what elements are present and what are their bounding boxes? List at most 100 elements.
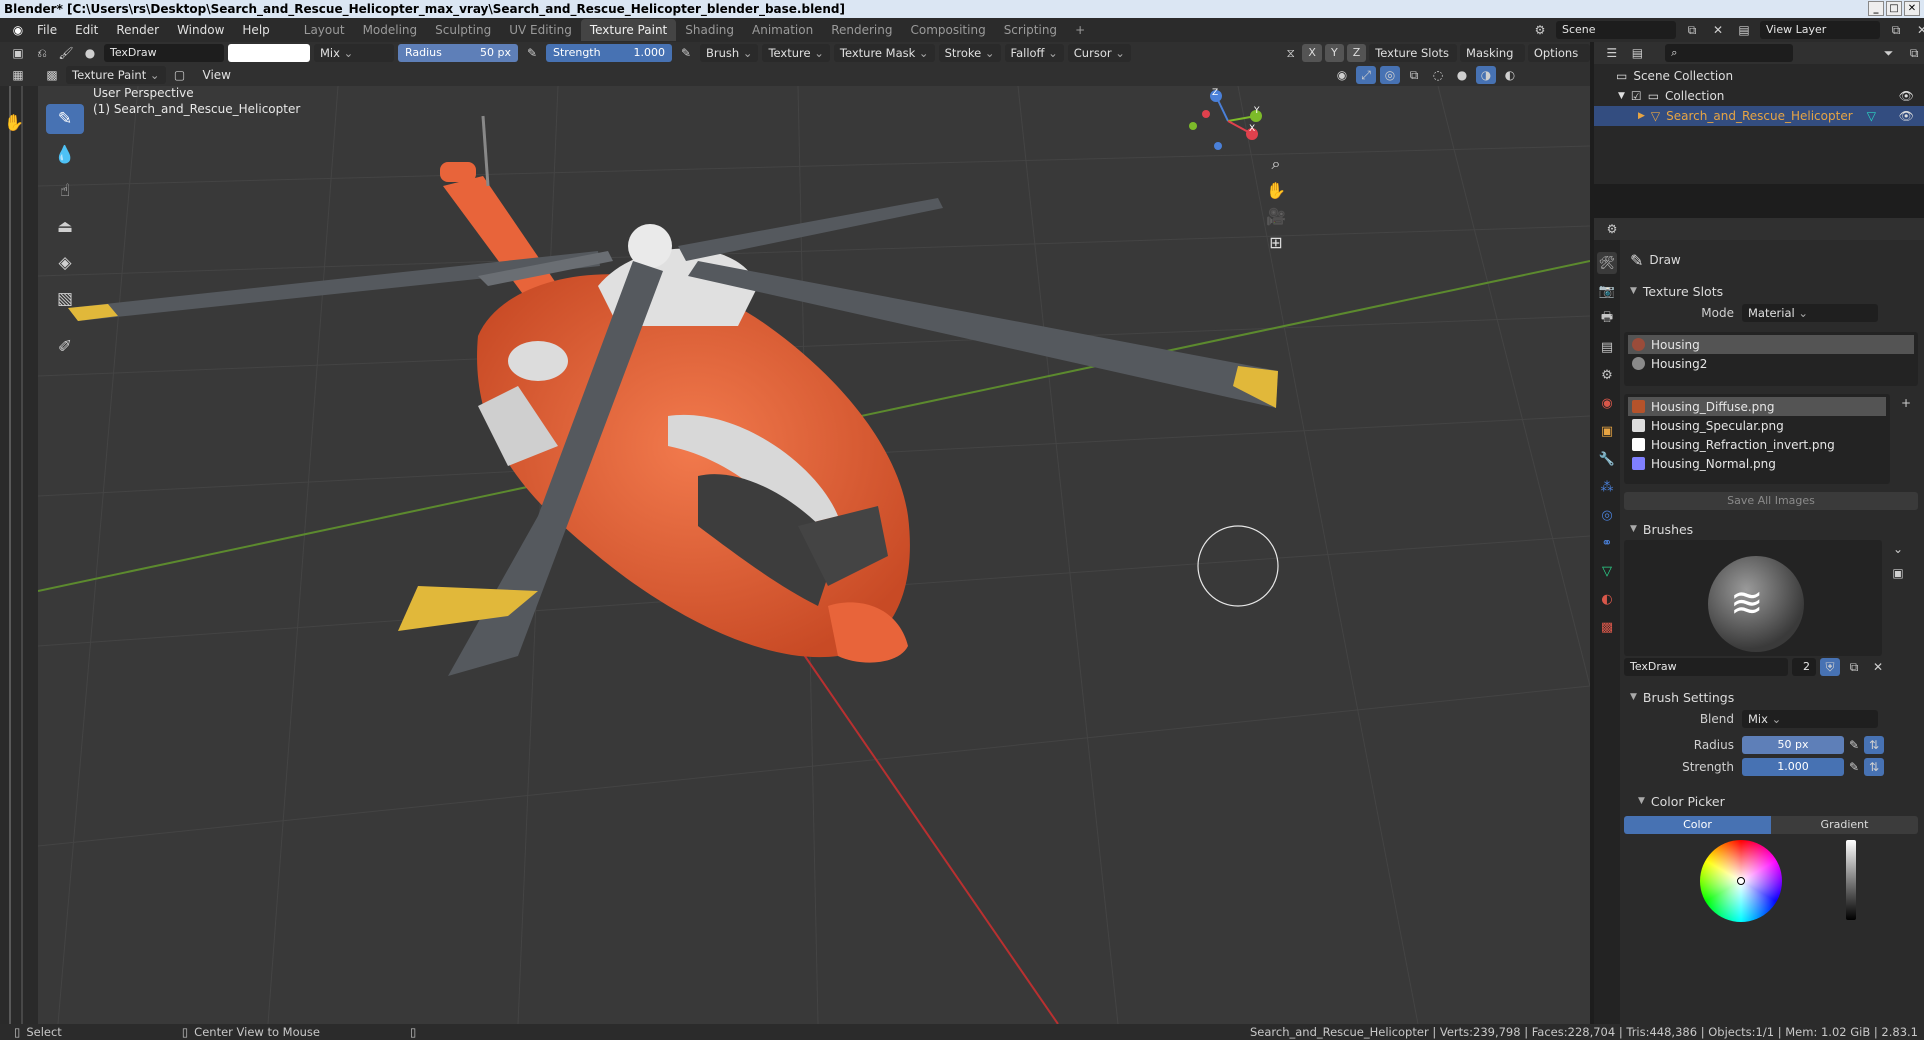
- radius-slider[interactable]: 50 px: [1742, 736, 1844, 754]
- scene-field[interactable]: Scene: [1556, 21, 1676, 39]
- editor-type-icon[interactable]: ▣: [8, 44, 28, 62]
- smear-tool-icon[interactable]: ☝: [46, 176, 84, 206]
- object-tab-icon[interactable]: ▣: [1597, 420, 1617, 442]
- fake-user-icon[interactable]: ●: [80, 44, 100, 62]
- expand-icon[interactable]: ▶: [1638, 111, 1645, 121]
- camera-icon[interactable]: 🎥: [1264, 204, 1288, 228]
- view-layer-icon[interactable]: ▤: [1734, 21, 1754, 39]
- brush-settings-panel-header[interactable]: ▼ Brush Settings: [1624, 686, 1924, 708]
- menu-stroke[interactable]: Stroke: [938, 44, 1001, 62]
- new-view-layer-icon[interactable]: ⧉: [1886, 21, 1906, 39]
- tab-uv-editing[interactable]: UV Editing: [500, 19, 581, 41]
- delete-view-layer-icon[interactable]: ✕: [1912, 21, 1924, 39]
- radius-unit-icon[interactable]: ⇅: [1864, 736, 1884, 754]
- gradient-tab[interactable]: Gradient: [1771, 816, 1918, 834]
- strength-pressure-icon[interactable]: ✎: [1844, 758, 1864, 776]
- mode-dropdown[interactable]: Texture Paint: [66, 66, 166, 84]
- brush-users-count[interactable]: 2: [1792, 658, 1816, 676]
- menu-render[interactable]: Render: [107, 23, 168, 37]
- outliner-helicopter-object[interactable]: ▶ ▽ Search_and_Rescue_Helicopter ▽ 👁: [1594, 106, 1924, 126]
- xray-icon[interactable]: ⧉: [1404, 66, 1424, 84]
- menu-file[interactable]: File: [28, 23, 66, 37]
- particles-tab-icon[interactable]: ⁂: [1597, 476, 1617, 498]
- save-all-images-button[interactable]: Save All Images: [1624, 492, 1918, 510]
- material-tab-icon[interactable]: ◐: [1597, 588, 1617, 610]
- duplicate-brush-icon[interactable]: ⧉: [1844, 658, 1864, 676]
- gizmo-toggle-icon[interactable]: ⤢: [1356, 66, 1376, 84]
- tab-shading[interactable]: Shading: [676, 19, 743, 41]
- brush-name-field[interactable]: TexDraw: [1624, 658, 1788, 676]
- ortho-grid-icon[interactable]: ⊞: [1264, 230, 1288, 254]
- mode-dropdown[interactable]: Material: [1742, 304, 1878, 322]
- render-tab-icon[interactable]: 📷: [1597, 280, 1617, 302]
- value-slider[interactable]: [1846, 840, 1856, 920]
- texture-tab-icon[interactable]: ▩: [1597, 616, 1617, 638]
- rendered-shading-icon[interactable]: ◐: [1500, 66, 1520, 84]
- menu-cursor[interactable]: Cursor: [1067, 44, 1131, 62]
- unlink-brush-icon[interactable]: ✕: [1868, 658, 1888, 676]
- brush-color-swatch[interactable]: [228, 44, 310, 62]
- modifiers-tab-icon[interactable]: 🔧: [1597, 448, 1617, 470]
- add-workspace-icon[interactable]: +: [1066, 19, 1094, 41]
- outliner-search-input[interactable]: ⌕: [1665, 44, 1793, 62]
- tab-animation[interactable]: Animation: [743, 19, 822, 41]
- brush-preview[interactable]: ≋: [1624, 540, 1882, 656]
- image-item[interactable]: Housing_Refraction_invert.png: [1628, 435, 1886, 454]
- physics-tab-icon[interactable]: ◎: [1597, 504, 1617, 526]
- mask-toggle-icon[interactable]: ▢: [170, 66, 190, 84]
- material-item[interactable]: Housing2: [1628, 354, 1914, 373]
- outliner-collection[interactable]: ▼ ☑ ▭ Collection 👁: [1594, 86, 1924, 106]
- texture-paint-mode-icon[interactable]: ▩: [42, 66, 62, 84]
- fake-user-shield-icon[interactable]: ⛨: [1820, 658, 1840, 676]
- mirror-y-button[interactable]: Y: [1324, 44, 1344, 62]
- strength-pressure-icon[interactable]: ✎: [676, 44, 696, 62]
- clone-tool-icon[interactable]: ⏏: [46, 212, 84, 242]
- pan-hand-icon[interactable]: ✋: [1264, 178, 1288, 202]
- menu-masking[interactable]: Masking: [1460, 44, 1525, 62]
- data-tab-icon[interactable]: ▽: [1597, 560, 1617, 582]
- constraints-tab-icon[interactable]: ⚭: [1597, 532, 1617, 554]
- radius-pressure-icon[interactable]: ✎: [1844, 736, 1864, 754]
- menu-window[interactable]: Window: [168, 23, 233, 37]
- radius-pressure-icon[interactable]: ✎: [522, 44, 542, 62]
- tab-scripting[interactable]: Scripting: [995, 19, 1066, 41]
- blend-dropdown[interactable]: Mix: [314, 44, 394, 62]
- tool-tab-icon[interactable]: 🛠: [1597, 252, 1617, 274]
- brush-image-icon[interactable]: ▣: [1888, 564, 1908, 582]
- strength-unit-icon[interactable]: ⇅: [1864, 758, 1884, 776]
- scene-tab-icon[interactable]: ⚙: [1597, 364, 1617, 386]
- eye-icon[interactable]: 👁: [1899, 89, 1914, 103]
- tab-modeling[interactable]: Modeling: [354, 19, 427, 41]
- menu-options[interactable]: Options: [1527, 44, 1590, 62]
- color-wheel-cursor[interactable]: [1737, 877, 1745, 885]
- color-wheel[interactable]: [1700, 840, 1782, 922]
- wireframe-shading-icon[interactable]: ◌: [1428, 66, 1448, 84]
- blend-dropdown[interactable]: Mix: [1742, 710, 1878, 728]
- strength-slider[interactable]: 1.000: [1742, 758, 1844, 776]
- eye-icon[interactable]: 👁: [1899, 109, 1914, 123]
- tab-compositing[interactable]: Compositing: [901, 19, 994, 41]
- hand-tool-icon[interactable]: ✋: [2, 110, 26, 134]
- mode-select-icon[interactable]: ⎌: [32, 44, 52, 62]
- menu-view[interactable]: View: [194, 68, 240, 82]
- menu-edit[interactable]: Edit: [66, 23, 107, 37]
- maximize-button[interactable]: □: [1886, 1, 1902, 16]
- checkbox-icon[interactable]: ☑: [1631, 89, 1642, 103]
- draw-tool-icon[interactable]: ✎: [46, 104, 84, 134]
- blender-logo-icon[interactable]: ◉: [8, 21, 28, 39]
- overlays-toggle-icon[interactable]: ◎: [1380, 66, 1400, 84]
- menu-texture[interactable]: Texture: [762, 44, 830, 62]
- color-picker-panel-header[interactable]: ▼ Color Picker: [1624, 790, 1924, 812]
- image-item[interactable]: Housing_Diffuse.png: [1628, 397, 1886, 416]
- view-layer-tab-icon[interactable]: ▤: [1597, 336, 1617, 358]
- properties-editor-icon[interactable]: ⚙: [1602, 220, 1622, 238]
- mask-tool-icon[interactable]: ▧: [46, 284, 84, 314]
- menu-texture-mask[interactable]: Texture Mask: [833, 44, 935, 62]
- tab-rendering[interactable]: Rendering: [822, 19, 901, 41]
- annotate-tool-icon[interactable]: ✐: [46, 332, 84, 362]
- menu-falloff[interactable]: Falloff: [1004, 44, 1064, 62]
- symmetry-icon[interactable]: ⧖: [1282, 44, 1299, 62]
- add-texture-icon[interactable]: +: [1896, 394, 1916, 412]
- menu-brush[interactable]: Brush: [700, 44, 759, 62]
- brushes-panel-header[interactable]: ▼ Brushes: [1624, 518, 1924, 540]
